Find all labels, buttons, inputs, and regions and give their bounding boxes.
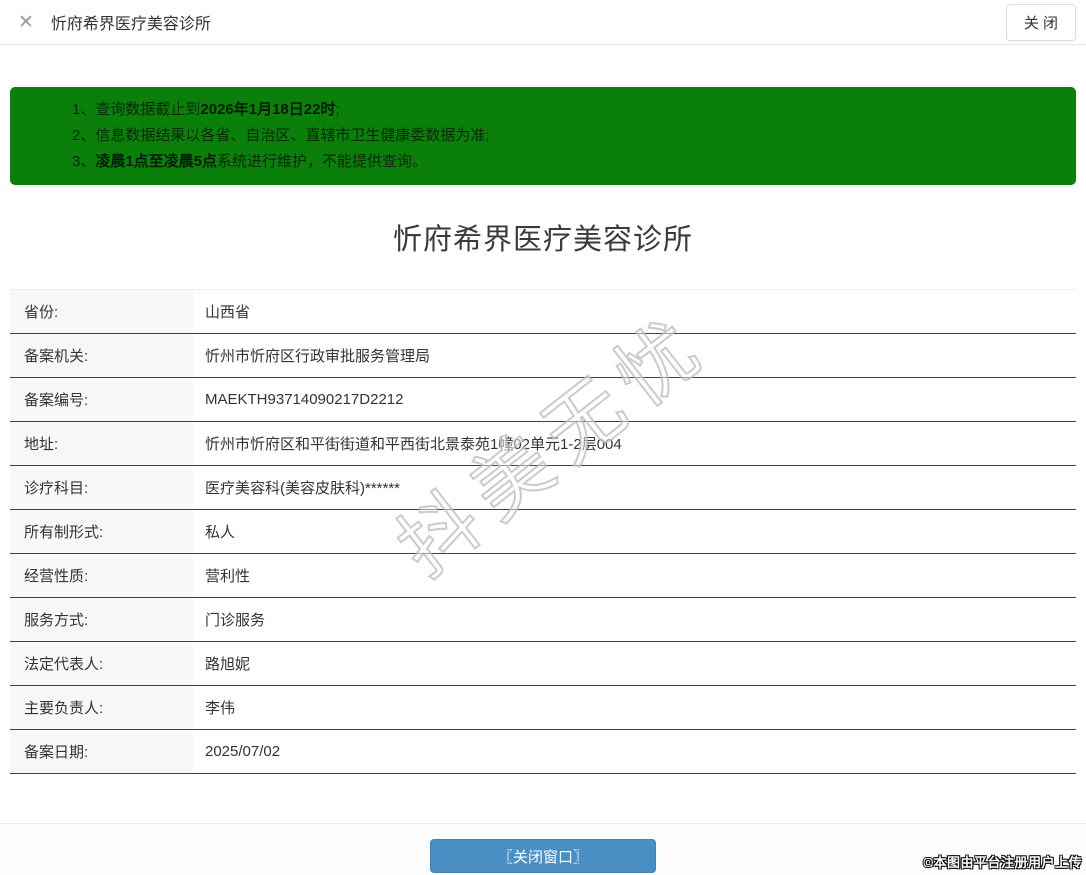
close-icon[interactable]: ✕ (18, 13, 34, 32)
row-label: 服务方式: (10, 598, 193, 642)
notice-text: 信息数据结果以各省、自治区、直辖市卫生健康委数据为准; (95, 127, 489, 144)
notice-text: ; (335, 101, 339, 118)
table-row: 所有制形式: 私人 (10, 510, 1076, 554)
notice-line: 2、信息数据结果以各省、自治区、直辖市卫生健康委数据为准; (72, 123, 1056, 149)
clinic-info-table: 省份: 山西省 备案机关: 忻州市忻府区行政审批服务管理局 备案编号: MAEK… (10, 289, 1076, 774)
row-label: 所有制形式: (10, 510, 193, 554)
table-row: 省份: 山西省 (10, 290, 1076, 334)
table-row: 法定代表人: 路旭妮 (10, 642, 1076, 686)
notice-text: 系统进行维护，不能提供查询。 (217, 153, 427, 170)
table-row: 经营性质: 营利性 (10, 554, 1076, 598)
row-label: 省份: (10, 290, 193, 334)
row-label: 备案编号: (10, 378, 193, 422)
row-value: 2025/07/02 (193, 730, 1076, 774)
notice-number: 3、 (72, 153, 95, 170)
row-value: 私人 (193, 510, 1076, 554)
table-row: 主要负责人: 李伟 (10, 686, 1076, 730)
row-label: 法定代表人: (10, 642, 193, 686)
row-value: 山西省 (193, 290, 1076, 334)
close-button[interactable]: 关 闭 (1006, 4, 1076, 41)
window-title: 忻府希界医疗美容诊所 (51, 10, 211, 34)
page-title: 忻府希界医疗美容诊所 (0, 216, 1086, 258)
row-value: 门诊服务 (193, 598, 1076, 642)
row-label: 诊疗科目: (10, 466, 193, 510)
table-row: 备案编号: MAEKTH93714090217D2212 (10, 378, 1076, 422)
row-value: 李伟 (193, 686, 1076, 730)
notice-line: 3、凌晨1点至凌晨5点系统进行维护，不能提供查询。 (72, 149, 1056, 175)
row-value: 医疗美容科(美容皮肤科)****** (193, 466, 1076, 510)
table-row: 备案机关: 忻州市忻府区行政审批服务管理局 (10, 334, 1076, 378)
window-titlebar: ✕ 忻府希界医疗美容诊所 关 闭 (0, 0, 1086, 45)
row-value: 路旭妮 (193, 642, 1076, 686)
row-value: 营利性 (193, 554, 1076, 598)
notice-number: 2、 (72, 127, 95, 144)
table-row: 备案日期: 2025/07/02 (10, 730, 1076, 774)
notice-banner: 1、查询数据截止到2026年1月18日22时; 2、信息数据结果以各省、自治区、… (10, 87, 1076, 185)
table-row: 诊疗科目: 医疗美容科(美容皮肤科)****** (10, 466, 1076, 510)
notice-bold-text: 2026年1月18日22时 (200, 101, 335, 118)
notice-text: 查询数据截止到 (95, 101, 200, 118)
table-row: 地址: 忻州市忻府区和平街街道和平西街北景泰苑1幢02单元1-2层004 (10, 422, 1076, 466)
row-label: 经营性质: (10, 554, 193, 598)
row-value: 忻州市忻府区行政审批服务管理局 (193, 334, 1076, 378)
row-value: MAEKTH93714090217D2212 (193, 378, 1076, 422)
row-label: 备案机关: (10, 334, 193, 378)
row-label: 备案日期: (10, 730, 193, 774)
notice-line: 1、查询数据截止到2026年1月18日22时; (72, 97, 1056, 123)
row-label: 主要负责人: (10, 686, 193, 730)
row-value: 忻州市忻府区和平街街道和平西街北景泰苑1幢02单元1-2层004 (193, 422, 1076, 466)
notice-number: 1、 (72, 101, 95, 118)
close-window-button[interactable]: 〖关闭窗口〗 (430, 839, 656, 873)
row-label: 地址: (10, 422, 193, 466)
copyright-watermark: ©本图由平台注册用户上传 (923, 852, 1082, 871)
notice-bold-text: 凌晨1点至凌晨5点 (95, 153, 217, 170)
table-row: 服务方式: 门诊服务 (10, 598, 1076, 642)
